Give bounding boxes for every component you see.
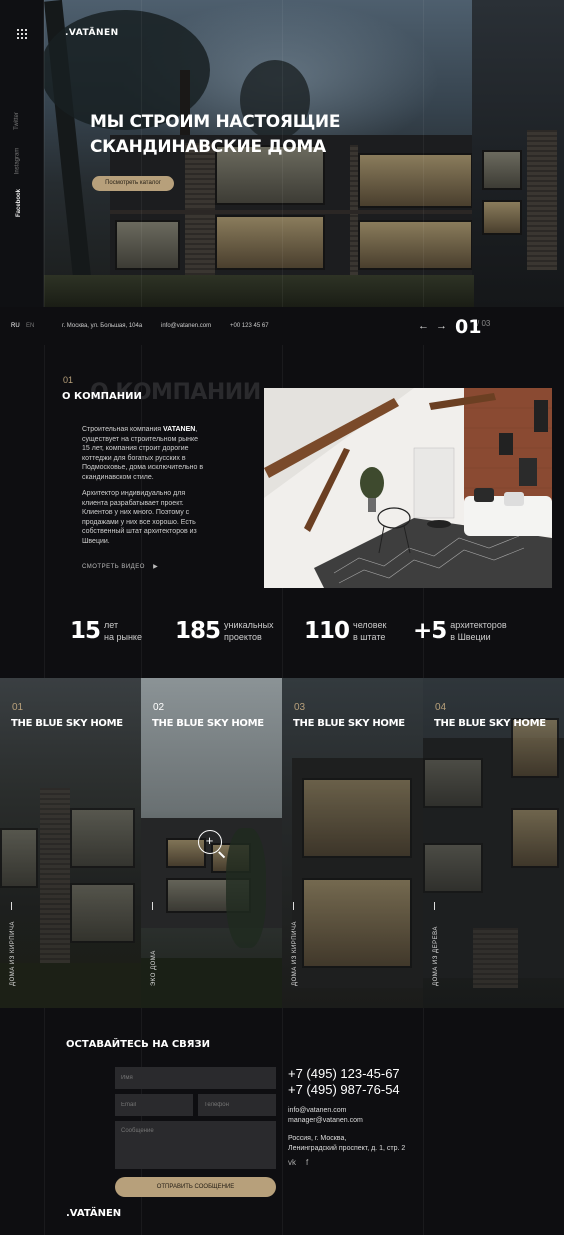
about-number: 01 — [63, 375, 74, 385]
logo[interactable]: .VATÄNEN — [65, 28, 119, 38]
project-cards: 01 THE BLUE SKY HOME ДОМА ИЗ КИРПИЧА 02 … — [0, 678, 564, 1008]
phone-secondary[interactable]: +7 (495) 987-76-54 — [288, 1082, 400, 1097]
about-photo — [264, 388, 552, 588]
view-catalog-button[interactable]: Посмотреть каталог — [92, 176, 174, 191]
play-icon: ▶ — [153, 564, 159, 570]
name-input[interactable] — [115, 1067, 276, 1089]
stat-years: 15 лет на рынке — [70, 618, 142, 644]
about-text: Строительная компания VATANEN, существуе… — [82, 426, 204, 545]
card-category: ЭКО ДОМА — [151, 950, 157, 986]
hero-title: МЫ СТРОИМ НАСТОЯЩИЕ СКАНДИНАВСКИЕ ДОМА — [90, 112, 341, 157]
send-message-button[interactable]: ОТПРАВИТЬ СООБЩЕНИЕ — [115, 1177, 276, 1197]
stat-projects: 185 уникальных проектов — [175, 618, 274, 644]
project-card[interactable]: 01 THE BLUE SKY HOME ДОМА ИЗ КИРПИЧА — [0, 678, 141, 1008]
email-input[interactable] — [115, 1094, 193, 1116]
lang-en[interactable]: EN — [26, 323, 34, 329]
email-link[interactable]: info@vatanen.com — [161, 323, 211, 329]
vk-icon[interactable]: vk — [288, 1158, 296, 1167]
email-info[interactable]: info@vatanen.com — [288, 1107, 346, 1114]
social-instagram[interactable]: Instagram — [14, 148, 20, 175]
message-textarea[interactable] — [115, 1121, 276, 1169]
menu-grid-icon[interactable] — [17, 29, 27, 39]
social-facebook[interactable]: Facebook — [16, 189, 22, 217]
facebook-icon[interactable]: f — [306, 1158, 308, 1167]
card-category: ДОМА ИЗ ДЕРЕВА — [433, 926, 439, 986]
info-bar: RU EN г. Москва, ул. Большая, 104а info@… — [0, 307, 564, 345]
slider-arrows[interactable]: ← → — [418, 320, 449, 332]
side-rail: Twitter Instagram Facebook — [0, 0, 44, 307]
card-category: ДОМА ИЗ КИРПИЧА — [10, 921, 16, 986]
stat-architects: +5 архитекторов в Швеции — [413, 618, 507, 644]
phone-input[interactable] — [198, 1094, 276, 1116]
project-card[interactable]: 04 THE BLUE SKY HOME ДОМА ИЗ ДЕРЕВА — [423, 678, 564, 1008]
footer-logo[interactable]: .VATÄNEN — [66, 1208, 121, 1219]
phone-primary[interactable]: +7 (495) 123-45-67 — [288, 1066, 400, 1081]
stat-staff: 110 человек в штате — [304, 618, 387, 644]
social-twitter[interactable]: Twitter — [14, 112, 20, 130]
email-manager[interactable]: manager@vatanen.com — [288, 1117, 363, 1124]
about-title: О КОМПАНИИ — [62, 391, 142, 402]
card-category: ДОМА ИЗ КИРПИЧА — [292, 921, 298, 986]
project-card[interactable]: 03 THE BLUE SKY HOME ДОМА ИЗ КИРПИЧА — [282, 678, 423, 1008]
lang-ru[interactable]: RU — [11, 323, 20, 329]
slide-total: / 03 — [477, 319, 491, 328]
contact-address: Россия, г. Москва, Ленинградский проспек… — [288, 1135, 406, 1152]
zoom-icon[interactable]: + — [198, 830, 222, 854]
phone-link[interactable]: +00 123 45 67 — [230, 323, 269, 329]
contact-title: ОСТАВАЙТЕСЬ НА СВЯЗИ — [66, 1039, 210, 1050]
project-card[interactable]: 02 THE BLUE SKY HOME + ЭКО ДОМА — [141, 678, 282, 1008]
watch-video-link[interactable]: СМОТРЕТЬ ВИДЕО ▶ — [82, 563, 158, 570]
address-text: г. Москва, ул. Большая, 104а — [62, 323, 143, 329]
